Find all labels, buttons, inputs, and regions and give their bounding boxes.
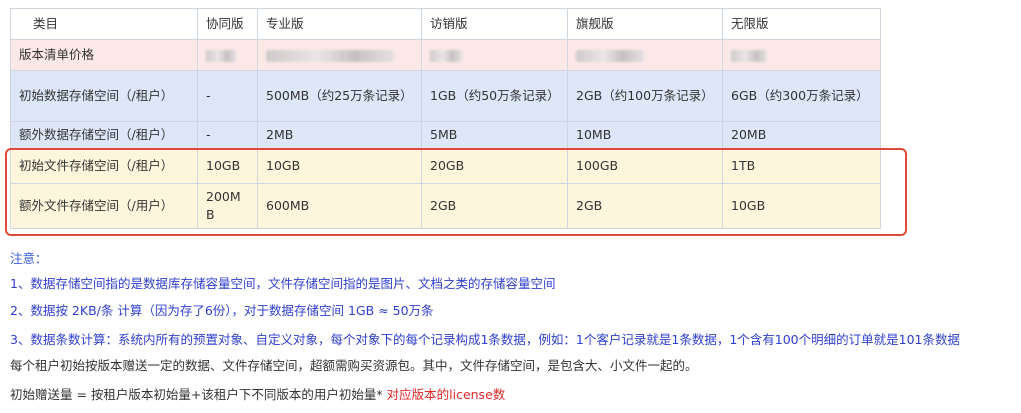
header-cell: 类目 [10, 8, 198, 40]
price-cell-redacted [197, 39, 258, 71]
table-cell: 10GB [722, 183, 881, 229]
row-label: 版本清单价格 [10, 39, 198, 71]
note-item: 1、数据存储空间指的是数据库存储容量空间，文件存储空间指的是图片、文档之类的存储… [10, 276, 556, 291]
table-cell: 20GB [421, 148, 568, 184]
row-label: 额外数据存储空间（/租户） [10, 121, 198, 149]
table-cell: 10GB [197, 148, 258, 184]
table-cell: 20MB [722, 121, 881, 149]
table-header-row: 类目 协同版 专业版 访销版 旗舰版 无限版 [10, 8, 881, 40]
table-row: 初始数据存储空间（/租户） - 500MB（约25万条记录） 1GB（约50万条… [10, 70, 881, 122]
note-item: 2、数据按 2KB/条 计算（因为存了6份），对于数据存储空间 1GB ≈ 50… [10, 303, 434, 318]
table-cell: 10GB [257, 148, 422, 184]
row-label: 初始文件存储空间（/租户） [10, 148, 198, 184]
price-cell-redacted [567, 39, 723, 71]
redacted-price [576, 49, 644, 62]
table-row: 额外文件存储空间（/用户） 200MB 600MB 2GB 2GB 10GB [10, 183, 881, 229]
header-cell: 旗舰版 [567, 8, 723, 40]
table-cell: 2GB [567, 183, 723, 229]
table-cell: 500MB（约25万条记录） [257, 70, 422, 122]
table-cell: 5MB [421, 121, 568, 149]
row-label: 初始数据存储空间（/租户） [10, 70, 198, 122]
redacted-price [266, 49, 394, 62]
price-cell-redacted [257, 39, 422, 71]
formula-highlight: 对应版本的license数 [382, 387, 506, 402]
table-cell: 600MB [257, 183, 422, 229]
table-cell: 100GB [567, 148, 723, 184]
note-item: 3、数据条数计算：系统内所有的预置对象、自定义对象，每个对象下的每个记录构成1条… [10, 332, 960, 347]
formula-text: 初始赠送量 = 按租户版本初始量+该租户下不同版本的用户初始量* [10, 387, 383, 402]
table-cell: - [197, 70, 258, 122]
note-paragraph: 每个租户初始按版本赠送一定的数据、文件存储空间，超额需购买资源包。其中，文件存储… [10, 358, 698, 373]
table-cell: 1TB [722, 148, 881, 184]
note-formula: 初始赠送量 = 按租户版本初始量+该租户下不同版本的用户初始量* 对应版本的li… [10, 386, 505, 404]
table-cell: 2MB [257, 121, 422, 149]
price-row: 版本清单价格 [10, 39, 881, 71]
header-cell: 访销版 [421, 8, 568, 40]
row-label: 额外文件存储空间（/用户） [10, 183, 198, 229]
header-cell: 无限版 [722, 8, 881, 40]
price-cell-redacted [722, 39, 881, 71]
table-cell: 1GB（约50万条记录） [421, 70, 568, 122]
redacted-price [206, 49, 236, 62]
table-cell: 200MB [197, 183, 258, 229]
table-cell: 2GB（约100万条记录） [567, 70, 723, 122]
table-cell: 10MB [567, 121, 723, 149]
table-row: 初始文件存储空间（/租户） 10GB 10GB 20GB 100GB 1TB [10, 148, 881, 184]
price-cell-redacted [421, 39, 568, 71]
header-cell: 专业版 [257, 8, 422, 40]
notes-title: 注意： [10, 251, 48, 266]
pricing-table: 类目 协同版 专业版 访销版 旗舰版 无限版 版本清单价格 初始数据存储空间（/… [10, 8, 881, 229]
redacted-price [731, 49, 767, 62]
redacted-price [430, 49, 462, 62]
table-cell: 6GB（约300万条记录） [722, 70, 881, 122]
table-row: 额外数据存储空间（/租户） - 2MB 5MB 10MB 20MB [10, 121, 881, 149]
table-cell: 2GB [421, 183, 568, 229]
table-cell: - [197, 121, 258, 149]
header-cell: 协同版 [197, 8, 258, 40]
